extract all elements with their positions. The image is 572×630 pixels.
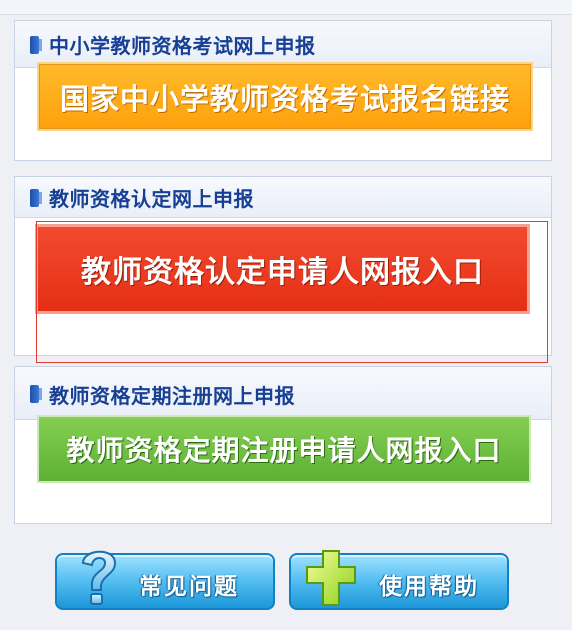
section-marker-icon [30, 189, 42, 207]
panel-registration: 教师资格定期注册网上申报 教师资格定期注册申请人网报入口 [14, 366, 552, 524]
section-marker-icon [30, 36, 42, 54]
section-title-certification: 教师资格认定网上申报 [49, 187, 254, 211]
faq-label: 常见问题 [139, 574, 239, 600]
exam-registration-link-label: 国家中小学教师资格考试报名链接 [59, 81, 510, 116]
panel-header: 教师资格定期注册网上申报 [15, 367, 551, 420]
plus-icon [306, 550, 356, 606]
help-button[interactable]: 使用帮助 [289, 550, 509, 610]
highlight-frame [36, 221, 548, 363]
faq-button[interactable]: 常见问题 [55, 550, 275, 610]
top-strip [0, 0, 572, 15]
section-marker-icon [30, 385, 42, 403]
panel-header: 教师资格认定网上申报 [15, 177, 551, 218]
section-title-exam: 中小学教师资格考试网上申报 [49, 34, 316, 58]
question-mark-icon [81, 550, 117, 605]
panel-header: 中小学教师资格考试网上申报 [15, 21, 551, 68]
periodic-registration-entry-label: 教师资格定期注册申请人网报入口 [66, 434, 502, 467]
help-label: 使用帮助 [379, 574, 479, 600]
panel-teacher-exam: 中小学教师资格考试网上申报 国家中小学教师资格考试报名链接 [14, 20, 552, 161]
periodic-registration-entry-button[interactable]: 教师资格定期注册申请人网报入口 [37, 415, 531, 483]
exam-registration-link-button[interactable]: 国家中小学教师资格考试报名链接 [37, 62, 533, 131]
section-title-registration: 教师资格定期注册网上申报 [49, 384, 295, 408]
